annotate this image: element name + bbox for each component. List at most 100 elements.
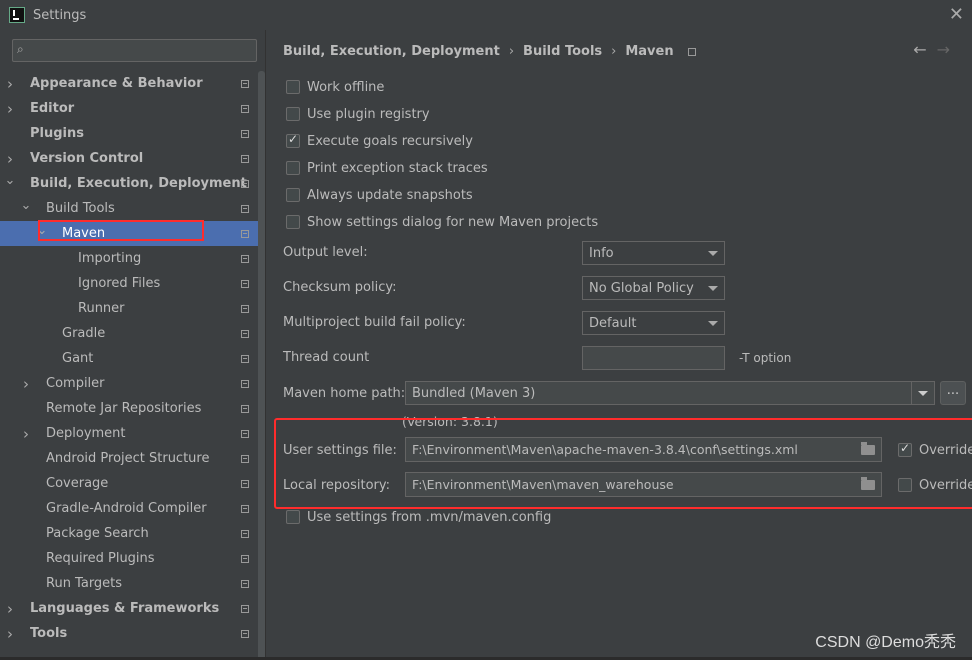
checkbox[interactable]	[286, 107, 300, 121]
sidebar-item-maven[interactable]: Maven	[0, 221, 258, 246]
combo-divider	[911, 382, 912, 404]
project-settings-icon	[241, 405, 249, 413]
sidebar-item-label: Gradle-Android Compiler	[46, 501, 207, 516]
chevron-down-icon[interactable]	[18, 201, 34, 216]
option-always-update-snapshots[interactable]: Always update snapshots	[286, 185, 473, 205]
sidebar-item-editor[interactable]: Editor	[0, 96, 258, 121]
chevron-right-icon[interactable]	[2, 100, 18, 118]
search-icon: ⌕	[17, 42, 24, 56]
chevron-right-icon[interactable]	[2, 150, 18, 168]
breadcrumb-item[interactable]: Build, Execution, Deployment	[283, 44, 500, 59]
mvn-config-option[interactable]: Use settings from .mvn/maven.config	[286, 507, 551, 527]
sidebar-item-build-execution-deployment[interactable]: Build, Execution, Deployment	[0, 171, 258, 196]
sidebar-item-ignored-files[interactable]: Ignored Files	[0, 271, 258, 296]
user-settings-override[interactable]: Override	[898, 440, 972, 460]
sidebar-item-label: Tools	[30, 626, 68, 641]
project-settings-icon	[241, 605, 249, 613]
forward-arrow-icon[interactable]: →	[937, 40, 960, 59]
project-settings-icon	[241, 505, 249, 513]
sidebar-item-plugins[interactable]: Plugins	[0, 121, 258, 146]
override-checkbox[interactable]	[898, 478, 912, 492]
checkbox[interactable]	[286, 132, 300, 148]
sidebar-item-label: Deployment	[46, 426, 126, 441]
chevron-right-icon[interactable]	[18, 425, 34, 443]
project-settings-icon	[241, 530, 249, 538]
sidebar-item-compiler[interactable]: Compiler	[0, 371, 258, 396]
thread-count-suffix: -T option	[739, 351, 792, 365]
project-settings-icon	[241, 430, 249, 438]
project-settings-icon	[241, 230, 249, 238]
option-show-settings-dialog-for-new-maven-projects[interactable]: Show settings dialog for new Maven proje…	[286, 212, 598, 232]
sidebar-item-label: Compiler	[46, 376, 105, 391]
sidebar-item-languages-frameworks[interactable]: Languages & Frameworks	[0, 596, 258, 621]
local-repository-override[interactable]: Override	[898, 475, 972, 495]
maven-home-select[interactable]: Bundled (Maven 3)	[405, 381, 935, 405]
sidebar-item-label: Required Plugins	[46, 551, 155, 566]
user-settings-input[interactable]: F:\Environment\Maven\apache-maven-3.8.4\…	[405, 437, 882, 462]
maven-home-browse-button[interactable]: ...	[940, 381, 966, 405]
user-settings-label: User settings file:	[283, 443, 397, 458]
sidebar-item-run-targets[interactable]: Run Targets	[0, 571, 258, 596]
mvn-config-checkbox[interactable]	[286, 510, 300, 524]
sidebar-item-label: Plugins	[30, 126, 84, 141]
sidebar-item-build-tools[interactable]: Build Tools	[0, 196, 258, 221]
sidebar-item-gradle-android-compiler[interactable]: Gradle-Android Compiler	[0, 496, 258, 521]
sidebar-item-deployment[interactable]: Deployment	[0, 421, 258, 446]
folder-icon[interactable]	[861, 477, 875, 490]
checkbox[interactable]	[286, 161, 300, 175]
checksum-policy-value: No Global Policy	[589, 280, 694, 296]
sidebar-item-label: Android Project Structure	[46, 451, 210, 466]
checkbox-label: Always update snapshots	[307, 187, 473, 203]
search-input[interactable]: ⌕	[12, 39, 257, 62]
project-settings-icon	[241, 630, 249, 638]
chevron-right-icon[interactable]	[18, 375, 34, 393]
option-use-plugin-registry[interactable]: Use plugin registry	[286, 104, 430, 124]
close-icon[interactable]: ✕	[949, 4, 964, 25]
sidebar-item-label: Run Targets	[46, 576, 123, 591]
sidebar-item-appearance-behavior[interactable]: Appearance & Behavior	[0, 71, 258, 96]
sidebar-item-label: Build Tools	[46, 201, 115, 216]
sidebar-item-gradle[interactable]: Gradle	[0, 321, 258, 346]
chevron-right-icon[interactable]	[2, 75, 18, 93]
sidebar-item-android-project-structure[interactable]: Android Project Structure	[0, 446, 258, 471]
sidebar-item-coverage[interactable]: Coverage	[0, 471, 258, 496]
maven-version-text: (Version: 3.8.1)	[402, 414, 498, 429]
project-settings-icon	[241, 355, 249, 363]
local-repository-input[interactable]: F:\Environment\Maven\maven_warehouse	[405, 472, 882, 497]
option-execute-goals-recursively[interactable]: Execute goals recursively	[286, 131, 473, 151]
checkbox-label: Show settings dialog for new Maven proje…	[307, 214, 599, 230]
chevron-right-icon[interactable]	[2, 625, 18, 643]
sidebar-item-tools[interactable]: Tools	[0, 621, 258, 646]
option-print-exception-stack-traces[interactable]: Print exception stack traces	[286, 158, 488, 178]
sidebar-item-package-search[interactable]: Package Search	[0, 521, 258, 546]
sidebar-item-remote-jar-repositories[interactable]: Remote Jar Repositories	[0, 396, 258, 421]
sidebar-item-label: Appearance & Behavior	[30, 76, 203, 91]
breadcrumb-separator: ›	[611, 44, 617, 59]
checkbox[interactable]	[286, 215, 300, 229]
breadcrumb-item[interactable]: Build Tools	[523, 44, 602, 59]
settings-sidebar: ⌕ Appearance & Behavior Editor Plugins Vers…	[0, 30, 266, 660]
folder-icon[interactable]	[861, 442, 875, 455]
sidebar-item-version-control[interactable]: Version Control	[0, 146, 258, 171]
project-settings-icon	[687, 47, 696, 56]
checkbox[interactable]	[286, 80, 300, 94]
sidebar-scrollbar[interactable]	[258, 71, 265, 660]
sidebar-item-gant[interactable]: Gant	[0, 346, 258, 371]
project-settings-icon	[241, 255, 249, 263]
checksum-policy-select[interactable]: No Global Policy	[582, 276, 725, 300]
chevron-right-icon[interactable]	[2, 600, 18, 618]
chevron-down-icon[interactable]	[34, 226, 50, 241]
override-checkbox[interactable]	[898, 441, 912, 457]
chevron-down-icon	[708, 251, 718, 256]
output-level-select[interactable]: Info	[582, 241, 725, 265]
option-work-offline[interactable]: Work offline	[286, 77, 384, 97]
project-settings-icon	[241, 105, 249, 113]
sidebar-item-importing[interactable]: Importing	[0, 246, 258, 271]
chevron-down-icon[interactable]	[2, 176, 18, 191]
checkbox[interactable]	[286, 188, 300, 202]
back-arrow-icon[interactable]: ←	[913, 40, 936, 59]
thread-count-input[interactable]	[582, 346, 725, 370]
multiproject-fail-policy-select[interactable]: Default	[582, 311, 725, 335]
sidebar-item-runner[interactable]: Runner	[0, 296, 258, 321]
sidebar-item-required-plugins[interactable]: Required Plugins	[0, 546, 258, 571]
